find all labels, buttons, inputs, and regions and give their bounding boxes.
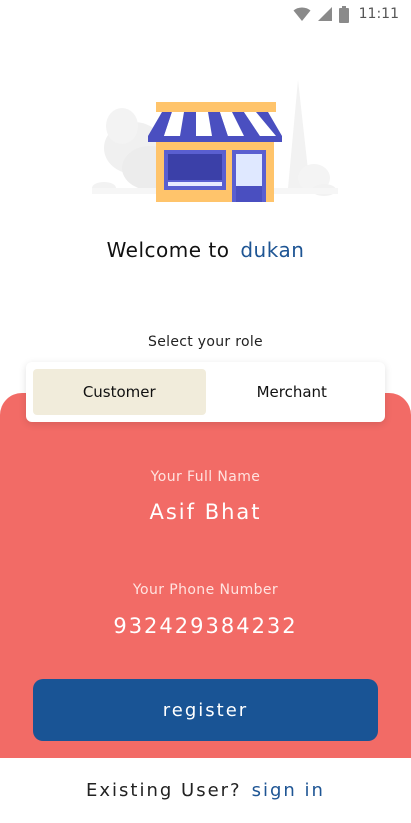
phone-field[interactable]: 932429384232 bbox=[0, 614, 411, 638]
status-time: 11:11 bbox=[358, 6, 399, 22]
name-label: Your Full Name bbox=[150, 469, 261, 485]
wifi-icon bbox=[293, 7, 311, 21]
status-bar: 11:11 bbox=[0, 0, 411, 28]
phone-label: Your Phone Number bbox=[132, 582, 279, 598]
role-option-merchant[interactable]: Merchant bbox=[206, 369, 379, 415]
welcome-prefix: Welcome to bbox=[106, 238, 230, 262]
existing-user-prompt: Existing User? bbox=[86, 780, 242, 801]
footer: Existing User? sign in bbox=[0, 758, 411, 823]
role-label: Select your role bbox=[148, 334, 263, 350]
name-field[interactable]: Asif Bhat bbox=[0, 500, 411, 524]
shop-illustration-icon bbox=[92, 80, 338, 202]
role-option-customer[interactable]: Customer bbox=[33, 369, 206, 415]
sign-in-link[interactable]: sign in bbox=[252, 780, 325, 801]
battery-icon bbox=[338, 5, 349, 23]
welcome-heading: Welcome to dukan bbox=[0, 238, 411, 262]
role-selector: Customer Merchant bbox=[26, 362, 385, 422]
brand-name: dukan bbox=[240, 238, 305, 262]
register-button[interactable]: register bbox=[33, 679, 378, 741]
signal-icon bbox=[317, 7, 332, 21]
